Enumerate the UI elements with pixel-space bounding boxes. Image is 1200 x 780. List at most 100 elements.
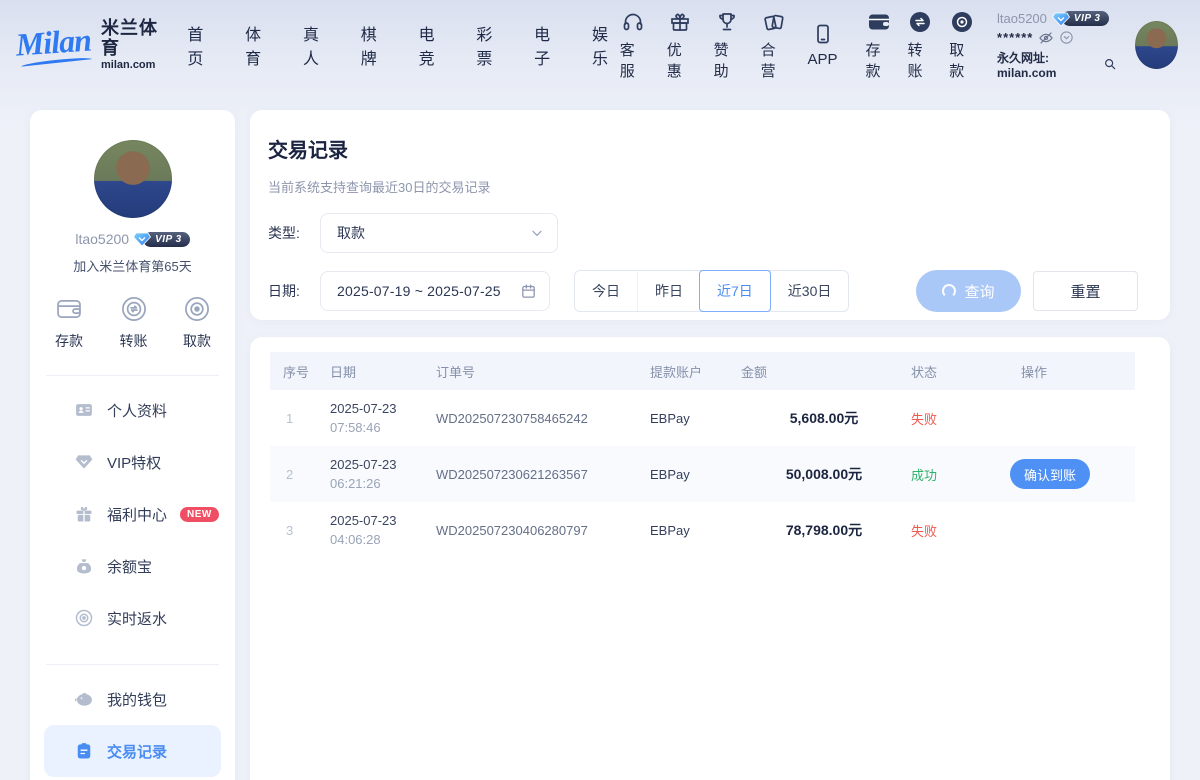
- row-date: 2025-07-23 04:06:28: [320, 502, 430, 558]
- nav-item-entertainment[interactable]: 娱乐: [592, 21, 620, 69]
- confirm-receipt-button[interactable]: 确认到账: [1010, 459, 1090, 489]
- sidebar-transfer-button[interactable]: 转账: [120, 295, 148, 351]
- new-badge: NEW: [180, 507, 219, 522]
- transfer-icon: [120, 295, 148, 323]
- nav-item-chess[interactable]: 棋牌: [361, 21, 389, 69]
- date-range-presets: 今日 昨日 近7日 近30日: [574, 270, 849, 312]
- row-index: 2: [270, 446, 320, 502]
- row-action-cell: [995, 390, 1135, 446]
- sidebar-quick-actions: 存款 转账 取款: [30, 295, 235, 351]
- loading-spinner-icon: [942, 284, 956, 298]
- status-badge: 失败: [911, 412, 937, 427]
- withdraw-icon: [950, 10, 974, 34]
- sidebar-item-rebate[interactable]: 实时返水: [44, 592, 221, 644]
- deposit-icon: [866, 10, 892, 34]
- site-logo[interactable]: Milan 米兰体育 milan.com: [16, 19, 165, 71]
- topbar-promo-link[interactable]: 优惠: [667, 10, 694, 81]
- wallet-icon: [74, 689, 94, 709]
- topbar: Milan 米兰体育 milan.com 首页 体育 真人 棋牌 电竞 彩票 电…: [0, 0, 1200, 90]
- vip-diamond-icon: [1052, 11, 1070, 27]
- phone-icon: [811, 22, 835, 46]
- row-amount: 78,798.00元: [735, 502, 905, 558]
- col-header-amount: 金额: [735, 352, 905, 390]
- user-info-block: ltao5200 VIP 3 ******: [997, 11, 1117, 80]
- permanent-url-label: 永久网址: milan.com: [997, 49, 1098, 80]
- nav-item-home[interactable]: 首页: [187, 21, 215, 69]
- topbar-transfer-button[interactable]: 转账: [908, 10, 934, 81]
- nav-item-live[interactable]: 真人: [303, 21, 331, 69]
- preset-last30days[interactable]: 近30日: [770, 271, 849, 311]
- vip-diamond-icon: [133, 231, 151, 247]
- row-order-number: WD202507230406280797: [430, 502, 640, 558]
- row-index: 3: [270, 502, 320, 558]
- topbar-deposit-button[interactable]: 存款: [866, 10, 892, 81]
- refresh-balance-icon[interactable]: [1059, 30, 1074, 45]
- sidebar-vip-badge: VIP 3: [133, 231, 190, 247]
- type-select[interactable]: 取款: [320, 213, 558, 253]
- col-header-status: 状态: [905, 352, 995, 390]
- gift-icon: [668, 10, 692, 34]
- logo-cn-text: 米兰体育: [101, 19, 165, 59]
- topbar-service-link[interactable]: 客服: [620, 10, 647, 81]
- table-row: 1 2025-07-23 07:58:46 WD2025072307584652…: [270, 390, 1135, 446]
- sidebar: ltao5200 VIP 3 加入米兰体育第65天 存款 转账: [30, 110, 235, 780]
- sidebar-item-vip[interactable]: VIP特权: [44, 436, 221, 488]
- col-header-account: 提款账户: [640, 352, 735, 390]
- date-range-input[interactable]: 2025-07-19 ~ 2025-07-25: [320, 271, 550, 311]
- sidebar-deposit-button[interactable]: 存款: [54, 295, 84, 351]
- row-account: EBPay: [640, 502, 735, 558]
- sidebar-item-benefits[interactable]: 福利中心 NEW: [44, 488, 221, 540]
- logo-domain-text: milan.com: [101, 59, 165, 71]
- preset-yesterday[interactable]: 昨日: [637, 271, 700, 311]
- benefits-icon: [74, 504, 94, 524]
- withdraw-icon: [183, 295, 211, 323]
- row-date: 2025-07-23 07:58:46: [320, 390, 430, 446]
- nav-item-esports[interactable]: 电竞: [419, 21, 447, 69]
- sidebar-avatar[interactable]: [94, 140, 172, 218]
- row-action-cell: [995, 502, 1135, 558]
- topbar-sponsor-link[interactable]: 赞助: [714, 10, 741, 81]
- nav-item-sports[interactable]: 体育: [245, 21, 273, 69]
- sidebar-item-transactions[interactable]: 交易记录: [44, 725, 221, 777]
- date-range-value: 2025-07-19 ~ 2025-07-25: [337, 283, 501, 299]
- sidebar-item-profile[interactable]: 个人资料: [44, 384, 221, 436]
- eye-off-icon[interactable]: [1038, 30, 1054, 46]
- topbar-app-link[interactable]: APP: [808, 22, 838, 68]
- calendar-icon: [520, 283, 537, 300]
- reset-button[interactable]: 重置: [1033, 271, 1138, 311]
- transfer-icon: [908, 10, 932, 34]
- sidebar-menu-group-1: 个人资料 VIP特权 福利中心 NEW 余额宝 实时返水: [30, 376, 235, 652]
- topbar-withdraw-button[interactable]: 取款: [949, 10, 975, 81]
- username[interactable]: ltao5200: [997, 11, 1047, 26]
- topbar-right: 客服 优惠 赞助 合营 APP: [620, 10, 1178, 81]
- nav-item-lottery[interactable]: 彩票: [476, 21, 504, 69]
- preset-today[interactable]: 今日: [575, 271, 637, 311]
- trophy-icon: [715, 10, 739, 34]
- transactions-icon: [74, 741, 94, 761]
- date-label: 日期:: [268, 281, 310, 301]
- type-label: 类型:: [268, 223, 310, 243]
- sidebar-username: ltao5200: [75, 231, 129, 247]
- query-button[interactable]: 查询: [916, 270, 1021, 312]
- vip-icon: [74, 452, 94, 472]
- yuebao-icon: [74, 556, 94, 576]
- nav-item-slots[interactable]: 电子: [534, 21, 562, 69]
- magnifier-icon[interactable]: [1103, 57, 1117, 71]
- sidebar-withdraw-button[interactable]: 取款: [183, 295, 211, 351]
- table-row: 3 2025-07-23 04:06:28 WD2025072304062807…: [270, 502, 1135, 558]
- topbar-partnership-link[interactable]: 合营: [761, 10, 788, 81]
- row-order-number: WD202507230758465242: [430, 390, 640, 446]
- partnership-icon: [762, 10, 786, 34]
- sidebar-item-wallet[interactable]: 我的钱包: [44, 673, 221, 725]
- col-header-date: 日期: [320, 352, 430, 390]
- sidebar-item-yuebao[interactable]: 余额宝: [44, 540, 221, 592]
- col-header-index: 序号: [270, 352, 320, 390]
- row-amount: 5,608.00元: [735, 390, 905, 446]
- main-nav: 首页 体育 真人 棋牌 电竞 彩票 电子 娱乐: [187, 21, 619, 69]
- date-filter-row: 日期: 2025-07-19 ~ 2025-07-25 今日 昨日 近7日 近3…: [268, 270, 1152, 312]
- page-title: 交易记录: [268, 134, 1152, 163]
- preset-last7days[interactable]: 近7日: [699, 270, 771, 312]
- col-header-action: 操作: [995, 352, 1135, 390]
- type-filter-row: 类型: 取款: [268, 213, 1152, 253]
- user-avatar[interactable]: [1135, 21, 1178, 69]
